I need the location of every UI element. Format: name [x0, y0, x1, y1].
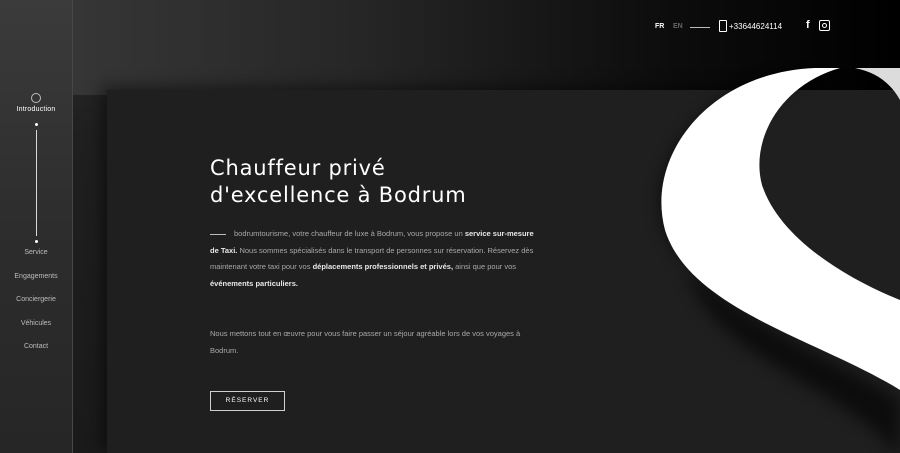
phone-link[interactable]: +33644624114: [729, 22, 782, 31]
page-title: Chauffeur privé d'excellence à Bodrum: [210, 155, 467, 209]
intro-text-d: déplacements professionnels et privés,: [312, 262, 454, 271]
sidebar-item-introduction[interactable]: Introduction: [0, 106, 72, 113]
progress-dot-top: [35, 123, 38, 126]
phone-icon: [719, 20, 727, 32]
intro-text-a: bodrumtourisme, votre chauffeur de luxe …: [234, 229, 463, 238]
language-en-link[interactable]: EN: [673, 23, 683, 30]
title-line-1: Chauffeur privé: [210, 156, 386, 180]
logo-circle-icon: [31, 93, 41, 103]
sidebar: Introduction Service Engagements Concier…: [0, 0, 73, 453]
progress-dot-bottom: [35, 240, 38, 243]
paragraph-rule: [210, 233, 226, 235]
intro-text-e: ainsi que pour vos: [453, 262, 516, 271]
intro-text-f: événements particuliers.: [210, 278, 298, 288]
sidebar-item-engagements[interactable]: Engagements: [0, 273, 72, 280]
sidebar-item-contact[interactable]: Contact: [0, 343, 72, 350]
sidebar-item-vehicules[interactable]: Véhicules: [0, 320, 72, 327]
title-line-2: d'excellence à Bodrum: [210, 183, 467, 207]
language-fr-link[interactable]: FR: [655, 23, 664, 30]
header-divider: [690, 27, 710, 28]
sidebar-item-service[interactable]: Service: [0, 249, 72, 256]
brand-swoosh-shape: [660, 68, 900, 453]
sidebar-item-conciergerie[interactable]: Conciergerie: [0, 296, 72, 303]
facebook-icon[interactable]: f: [806, 20, 810, 31]
instagram-icon[interactable]: [819, 20, 830, 31]
second-paragraph: Nous mettons tout en œuvre pour vous fai…: [210, 329, 521, 355]
progress-line: [36, 130, 37, 236]
reserve-button[interactable]: RÉSERVER: [210, 391, 285, 411]
intro-paragraph: bodrumtourisme, votre chauffeur de luxe …: [210, 226, 540, 292]
